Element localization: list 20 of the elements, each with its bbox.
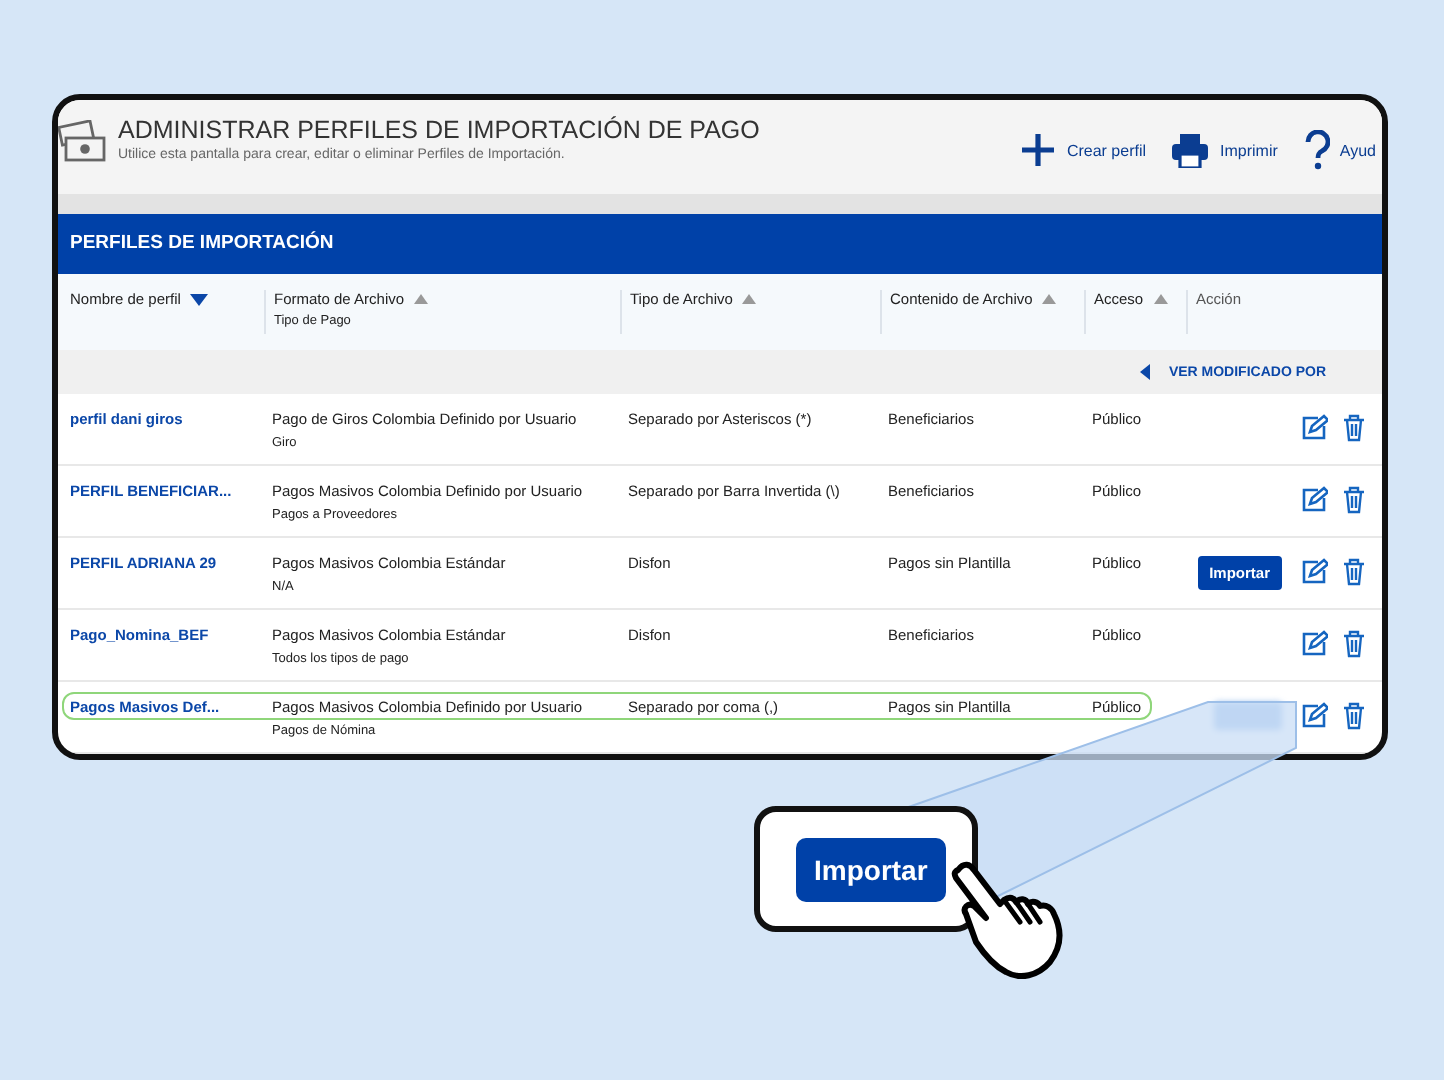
trash-icon xyxy=(1342,486,1366,514)
help-icon xyxy=(1301,130,1330,170)
header-action-button[interactable]: Ayud xyxy=(1301,130,1376,170)
trash-icon xyxy=(1342,414,1366,442)
page-title: ADMINISTRAR PERFILES DE IMPORTACIÓN DE PAGO xyxy=(118,116,760,144)
panel-title-bar: PERFILES DE IMPORTACIÓN xyxy=(58,214,1382,274)
edit-icon xyxy=(1300,558,1328,586)
caret-left-icon xyxy=(1140,364,1151,380)
printer-icon xyxy=(1170,132,1211,168)
edit-icon xyxy=(1300,414,1328,442)
edit-icon xyxy=(1300,702,1328,730)
edit-icon xyxy=(1300,486,1328,514)
edit-icon xyxy=(1300,630,1328,658)
import-button[interactable]: Importar xyxy=(796,837,946,901)
trash-icon xyxy=(1342,702,1366,730)
trash-icon xyxy=(1342,630,1366,658)
trash-icon xyxy=(1342,558,1366,586)
plus-icon xyxy=(1020,132,1057,168)
header-action-button[interactable]: Crear perfil xyxy=(1020,130,1147,170)
header-action-button[interactable]: Imprimir xyxy=(1170,130,1278,170)
